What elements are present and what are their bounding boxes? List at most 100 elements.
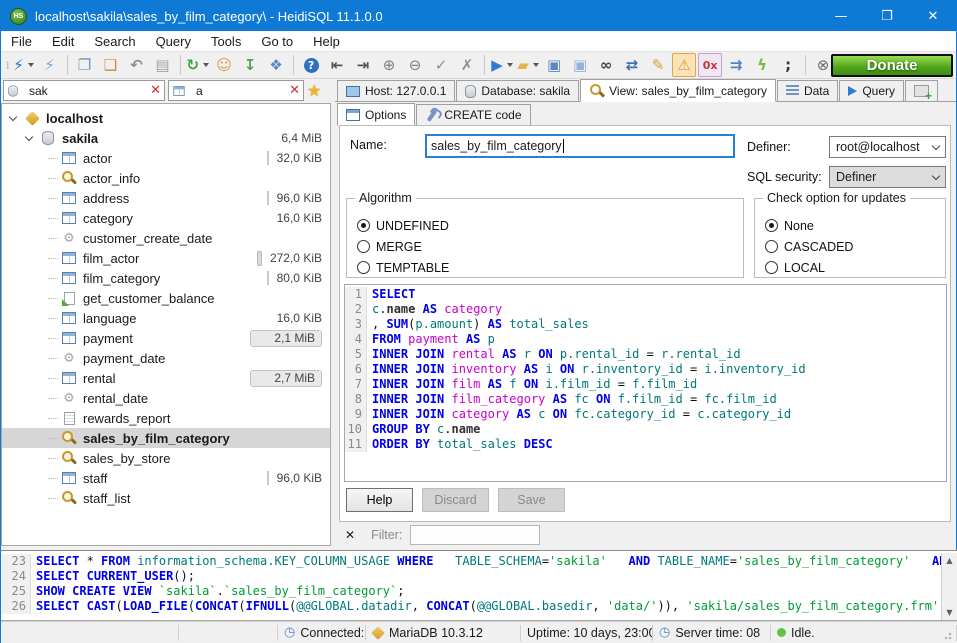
cancel-editing-button[interactable]: ✗	[455, 53, 479, 77]
tab-database[interactable]: Database: sakila	[456, 80, 579, 101]
definer-select[interactable]: root@localhost	[829, 136, 946, 158]
donate-button[interactable]: Donate	[831, 54, 953, 77]
tree-item-actor[interactable]: actor32,0 KiB	[2, 148, 330, 168]
view-name-input[interactable]: sales_by_film_category	[425, 134, 735, 158]
explain-analyzer-button[interactable]: ϟ	[750, 53, 774, 77]
export-database-button[interactable]: ↧	[238, 53, 262, 77]
disconnect-button[interactable]: ⚡	[38, 53, 62, 77]
resize-grip[interactable]	[944, 630, 954, 640]
tree-item-film_category[interactable]: film_category80,0 KiB	[2, 268, 330, 288]
close-button[interactable]: ✕	[910, 1, 956, 31]
tree-item-sakila[interactable]: sakila6,4 MiB	[2, 128, 330, 148]
post-changes-button[interactable]: ✓	[429, 53, 453, 77]
expand-chevron-icon[interactable]	[25, 132, 33, 140]
help-button[interactable]: Help	[346, 488, 413, 512]
tab-view[interactable]: View: sales_by_film_category	[580, 79, 776, 102]
clear-table-filter-icon[interactable]: ✕	[289, 83, 300, 98]
go-last-button[interactable]: ⇥	[351, 53, 375, 77]
tab-new-query-tab[interactable]	[905, 80, 938, 101]
sql-log[interactable]: 23SELECT * FROM information_schema.KEY_C…	[1, 550, 957, 621]
tab-data[interactable]: Data	[777, 80, 838, 101]
check-option-option-none[interactable]: None	[765, 215, 935, 236]
save-sql-as-button[interactable]: ▣	[568, 53, 592, 77]
load-sql-file-button[interactable]: ▰	[516, 53, 540, 77]
delete-row-button[interactable]: ⊖	[403, 53, 427, 77]
data-export-button[interactable]: ❖	[264, 53, 288, 77]
menu-file[interactable]: File	[1, 31, 42, 51]
algorithm-option-undefined[interactable]: UNDEFINED	[357, 215, 733, 236]
indent-button[interactable]: ⇉	[724, 53, 748, 77]
expand-chevron-icon[interactable]	[9, 112, 17, 120]
log-scrollbar[interactable]: ▲ ▼	[941, 553, 957, 620]
maximize-button[interactable]: ❒	[864, 1, 910, 31]
tree-item-customer_create_date[interactable]: ⚙customer_create_date	[2, 228, 330, 248]
bind-parameters-button[interactable]: ⚠	[672, 53, 696, 77]
radio-unselected-icon[interactable]	[765, 261, 778, 274]
reformat-sql-button[interactable]: ✎	[646, 53, 670, 77]
subtab-create-code[interactable]: CREATE code	[416, 104, 530, 125]
radio-unselected-icon[interactable]	[765, 240, 778, 253]
menu-tools[interactable]: Tools	[201, 31, 251, 51]
radio-unselected-icon[interactable]	[357, 240, 370, 253]
view-body-editor[interactable]: 1SELECT2c.name AS category3, SUM(p.amoun…	[344, 284, 947, 482]
subtab-options[interactable]: Options	[337, 103, 415, 126]
menu-help[interactable]: Help	[303, 31, 350, 51]
tree-item-address[interactable]: address96,0 KiB	[2, 188, 330, 208]
radio-selected-icon[interactable]	[765, 219, 778, 232]
paste-button[interactable]: ❑	[99, 53, 123, 77]
scroll-down-icon[interactable]: ▼	[946, 605, 952, 620]
tree-item-localhost[interactable]: localhost	[2, 108, 330, 128]
check-option-option-local[interactable]: LOCAL	[765, 257, 935, 278]
table-filter-input[interactable]: a ✕	[168, 80, 304, 101]
tab-host[interactable]: Host: 127.0.0.1	[337, 80, 455, 101]
algorithm-option-temptable[interactable]: TEMPTABLE	[357, 257, 733, 278]
menu-search[interactable]: Search	[84, 31, 145, 51]
tree-item-staff_list[interactable]: staff_list	[2, 488, 330, 508]
menu-go-to[interactable]: Go to	[251, 31, 303, 51]
copy-button[interactable]: ❐	[73, 53, 97, 77]
tree-item-get_customer_balance[interactable]: get_customer_balance	[2, 288, 330, 308]
delimiter-button[interactable]: ;	[776, 53, 800, 77]
size-value: 6,4 MiB	[281, 131, 322, 145]
tree-item-language[interactable]: language16,0 KiB	[2, 308, 330, 328]
tree-item-category[interactable]: category16,0 KiB	[2, 208, 330, 228]
radio-unselected-icon[interactable]	[357, 261, 370, 274]
filter-input[interactable]	[410, 525, 540, 545]
database-filter-input[interactable]: sak ✕	[3, 80, 165, 101]
tree-item-payment_date[interactable]: ⚙payment_date	[2, 348, 330, 368]
clear-database-filter-icon[interactable]: ✕	[150, 83, 161, 98]
user-manager-button[interactable]: ☺	[212, 53, 236, 77]
sql-security-select[interactable]: Definer	[829, 166, 946, 188]
tree-item-film_actor[interactable]: film_actor272,0 KiB	[2, 248, 330, 268]
tree-item-staff[interactable]: staff96,0 KiB	[2, 468, 330, 488]
favorites-icon[interactable]: ★	[307, 81, 321, 100]
menu-edit[interactable]: Edit	[42, 31, 84, 51]
minimize-button[interactable]: —	[818, 1, 864, 31]
replace-text-button[interactable]: ⇄	[620, 53, 644, 77]
session-manager-button[interactable]: ⚡	[12, 53, 36, 77]
tab-query[interactable]: Query	[839, 80, 904, 101]
tree-item-sales_by_film_category[interactable]: sales_by_film_category	[2, 428, 330, 448]
radio-selected-icon[interactable]	[357, 219, 370, 232]
scroll-up-icon[interactable]: ▲	[946, 553, 952, 568]
refresh-button[interactable]: ↻	[186, 53, 211, 77]
tree-item-rental[interactable]: rental2,7 MiB	[2, 368, 330, 388]
print-button[interactable]: ▤	[151, 53, 175, 77]
go-first-button[interactable]: ⇤	[325, 53, 349, 77]
save-sql-button[interactable]: ▣	[542, 53, 566, 77]
tree-item-payment[interactable]: payment2,1 MiB	[2, 328, 330, 348]
hex-view-button[interactable]: 0x	[698, 53, 722, 77]
tree-item-rewards_report[interactable]: rewards_report	[2, 408, 330, 428]
algorithm-option-merge[interactable]: MERGE	[357, 236, 733, 257]
tree-item-sales_by_store[interactable]: sales_by_store	[2, 448, 330, 468]
tree-item-rental_date[interactable]: ⚙rental_date	[2, 388, 330, 408]
insert-row-button[interactable]: ⊕	[377, 53, 401, 77]
check-option-option-cascaded[interactable]: CASCADED	[765, 236, 935, 257]
tree-item-actor_info[interactable]: actor_info	[2, 168, 330, 188]
find-text-button[interactable]: ∞	[594, 53, 618, 77]
execute-sql-button[interactable]: ▶	[490, 53, 514, 77]
help-button[interactable]: ?	[299, 53, 323, 77]
menu-query[interactable]: Query	[146, 31, 201, 51]
close-filter-icon[interactable]: ✕	[345, 528, 355, 542]
undo-button[interactable]: ↶	[125, 53, 149, 77]
